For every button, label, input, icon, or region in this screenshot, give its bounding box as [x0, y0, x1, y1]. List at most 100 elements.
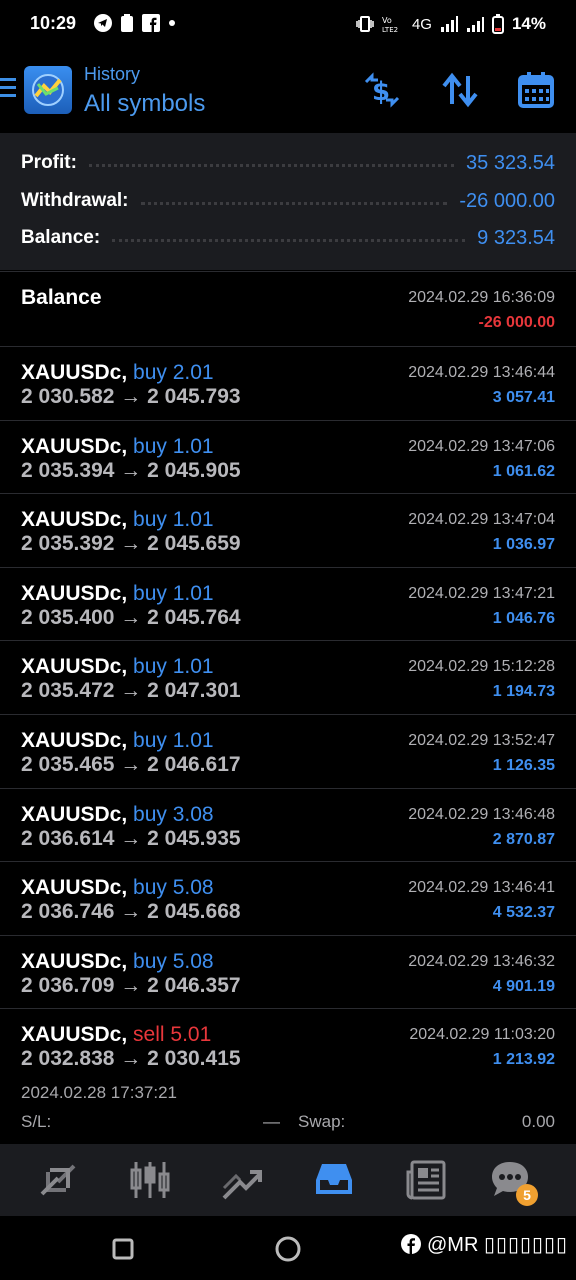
deal-symbol: XAUUSDc,	[21, 435, 128, 458]
deal-datetime: 2024.02.29 13:46:32	[408, 953, 555, 970]
deal-profit: 1 213.92	[492, 1051, 555, 1068]
deal-row[interactable]: XAUUSDc, buy 1.01 2 035.392 → 2 045.659 20…	[0, 493, 576, 568]
quotes-icon[interactable]	[36, 1158, 80, 1202]
deal-profit: 1 126.35	[492, 757, 555, 774]
messages-badge: 5	[516, 1184, 538, 1206]
deal-profit: 1 036.97	[492, 536, 555, 553]
signal-icon-2	[466, 17, 484, 32]
balance-label: Balance:	[21, 227, 101, 248]
balance-operation-row[interactable]: Balance 2024.02.29 16:36:09 -26 000.00	[0, 271, 576, 347]
app-bar: History All symbols $	[0, 52, 576, 132]
clock: 10:29	[30, 13, 77, 33]
deal-row[interactable]: XAUUSDc, buy 1.01 2 035.400 → 2 045.764 20…	[0, 567, 576, 642]
news-icon[interactable]	[404, 1158, 448, 1202]
deal-prices: 2 035.472 → 2 047.301	[21, 679, 241, 703]
facebook-icon	[142, 14, 160, 32]
deal-profit: 4 532.37	[492, 904, 555, 921]
balance-value: 9 323.54	[477, 226, 555, 249]
deal-side-volume: buy 1.01	[133, 508, 214, 531]
chart-icon[interactable]	[128, 1158, 172, 1202]
close-price: 2 045.935	[147, 827, 241, 850]
arrow-icon: →	[120, 459, 142, 482]
deal-symbol: XAUUSDc,	[21, 361, 128, 384]
deal-symbol: XAUUSDc,	[21, 508, 128, 531]
currency-exchange-icon[interactable]: $	[362, 70, 402, 110]
leader-dots	[88, 160, 455, 167]
deal-datetime: 2024.02.29 13:46:44	[408, 364, 555, 381]
deal-symbol: XAUUSDc,	[21, 729, 128, 752]
deal-row[interactable]: XAUUSDc, sell 5.01 2 032.838 → 2 030.415 2…	[0, 1008, 576, 1083]
watermark-text: @MR	[426, 1234, 484, 1256]
deal-datetime: 2024.02.29 11:03:20	[409, 1026, 555, 1043]
deal-row[interactable]: XAUUSDc, buy 2.01 2 030.582 → 2 045.793 20…	[0, 346, 576, 421]
history-icon[interactable]	[312, 1158, 356, 1202]
deal-symbol-line: XAUUSDc, buy 1.01	[21, 435, 214, 459]
deal-side-volume: buy 3.08	[133, 803, 214, 826]
close-price: 2 046.617	[147, 753, 241, 776]
deal-prices: 2 032.838 → 2 030.415	[21, 1047, 241, 1071]
deal-row[interactable]: XAUUSDc, buy 1.01 2 035.394 → 2 045.905 20…	[0, 420, 576, 495]
menu-icon[interactable]	[0, 78, 16, 102]
sort-icon[interactable]	[440, 70, 480, 110]
watermark: @MR ▯▯▯▯▯▯▯	[401, 1232, 568, 1257]
deal-side-volume: buy 2.01	[133, 361, 214, 384]
close-price: 2 045.793	[147, 385, 241, 408]
app-logo[interactable]	[24, 66, 72, 114]
recents-icon[interactable]	[112, 1238, 134, 1260]
sl-value: —	[263, 1112, 280, 1131]
deal-datetime: 2024.02.29 15:12:28	[408, 658, 555, 675]
arrow-icon: →	[120, 974, 142, 997]
arrow-icon: →	[120, 606, 142, 629]
operation-label: Balance	[21, 286, 102, 309]
deal-symbol-line: XAUUSDc, buy 3.08	[21, 803, 214, 827]
arrow-icon: →	[120, 385, 142, 408]
open-price: 2 035.472	[21, 679, 115, 702]
withdrawal-row: Withdrawal: -26 000.00	[21, 187, 555, 215]
trade-icon[interactable]	[220, 1158, 264, 1202]
messages-button[interactable]: 5	[488, 1158, 538, 1206]
status-bar: 10:29 Vo LTE2 4G 14%	[0, 0, 576, 50]
deal-symbol-line: XAUUSDc, buy 2.01	[21, 361, 214, 385]
balance-row: Balance: 9 323.54	[21, 224, 555, 252]
open-price: 2 036.614	[21, 827, 115, 850]
open-datetime: 2024.02.28 17:37:21	[21, 1083, 177, 1102]
arrow-icon: →	[120, 900, 142, 923]
deal-symbol-line: XAUUSDc, buy 1.01	[21, 508, 214, 532]
arrow-icon: →	[120, 753, 142, 776]
sl-label: S/L:	[21, 1112, 52, 1131]
profit-label: Profit:	[21, 152, 77, 173]
swap-label: Swap:	[298, 1112, 346, 1131]
arrow-icon: →	[120, 532, 142, 555]
calendar-icon[interactable]	[516, 70, 556, 110]
deal-row[interactable]: XAUUSDc, buy 1.01 2 035.472 → 2 047.301 20…	[0, 640, 576, 715]
clipboard-icon	[121, 14, 133, 32]
telegram-icon	[94, 14, 112, 32]
close-price: 2 046.357	[147, 974, 241, 997]
deal-side-volume: sell 5.01	[133, 1023, 212, 1046]
deal-profit: 4 901.19	[492, 978, 555, 995]
deal-profit: 1 194.73	[492, 683, 555, 700]
symbol-filter-title[interactable]: All symbols	[84, 90, 205, 118]
system-navigation: @MR ▯▯▯▯▯▯▯	[0, 1216, 576, 1280]
page-subtitle: History	[84, 64, 141, 84]
deal-symbol: XAUUSDc,	[21, 876, 128, 899]
deal-row[interactable]: XAUUSDc, buy 1.01 2 035.465 → 2 046.617 20…	[0, 714, 576, 789]
swap-value: 0.00	[521, 1112, 555, 1131]
arrow-icon: →	[120, 679, 142, 702]
deal-prices: 2 035.394 → 2 045.905	[21, 459, 241, 483]
home-icon[interactable]	[275, 1236, 301, 1262]
open-price: 2 030.582	[21, 385, 115, 408]
close-price: 2 045.659	[147, 532, 241, 555]
deal-prices: 2 036.746 → 2 045.668	[21, 900, 241, 924]
close-price: 2 047.301	[147, 679, 241, 702]
deal-symbol: XAUUSDc,	[21, 803, 128, 826]
deal-row[interactable]: XAUUSDc, buy 3.08 2 036.614 → 2 045.935 20…	[0, 788, 576, 863]
deal-datetime: 2024.02.29 13:46:48	[408, 806, 555, 823]
open-price: 2 036.746	[21, 900, 115, 923]
deal-row[interactable]: XAUUSDc, buy 5.08 2 036.709 → 2 046.357 20…	[0, 935, 576, 1010]
profit-row: Profit: 35 323.54	[21, 149, 555, 177]
deal-side-volume: buy 5.08	[133, 950, 214, 973]
deal-row[interactable]: XAUUSDc, buy 5.08 2 036.746 → 2 045.668 20…	[0, 861, 576, 936]
deal-details-row: S/L: — Swap: 0.00	[21, 1112, 555, 1136]
deal-symbol-line: XAUUSDc, sell 5.01	[21, 1023, 211, 1047]
